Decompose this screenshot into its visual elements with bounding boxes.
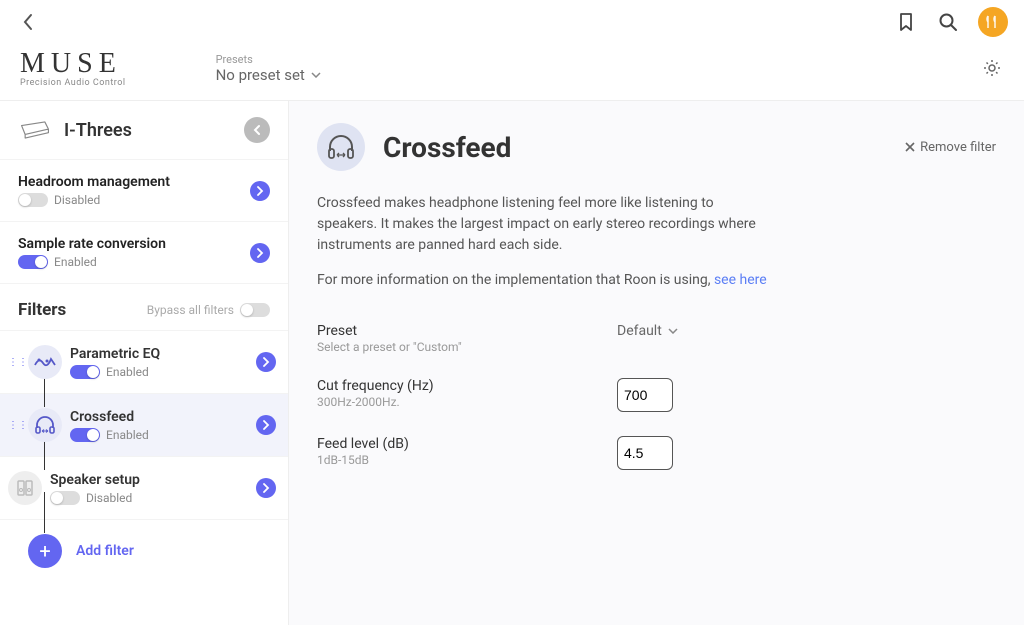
plus-icon: + <box>28 534 62 568</box>
logo: MUSE Precision Audio Control <box>20 48 126 88</box>
device-name: I-Threes <box>64 120 232 141</box>
chevron-right-icon <box>256 478 276 498</box>
filters-header: Filters Bypass all filters <box>0 283 288 330</box>
presets-dropdown[interactable]: Presets No preset set <box>216 53 321 84</box>
drag-handle-icon[interactable]: ⋮⋮ <box>8 420 20 431</box>
param-preset: Preset Select a preset or "Custom" Defau… <box>317 305 977 360</box>
feed-label: Feed level (dB) <box>317 436 617 452</box>
filter-name: Crossfeed <box>70 409 248 425</box>
device-header: I-Threes <box>0 101 288 159</box>
add-filter-label: Add filter <box>76 543 134 559</box>
filter-name: Parametric EQ <box>70 346 248 362</box>
bypass-label: Bypass all filters <box>147 303 234 317</box>
setting-title: Sample rate conversion <box>18 236 250 252</box>
preset-label: Preset <box>317 323 617 339</box>
headroom-status: Disabled <box>54 193 100 207</box>
remove-filter-label: Remove filter <box>920 140 996 155</box>
headroom-toggle[interactable] <box>18 193 48 207</box>
filter-name: Speaker setup <box>50 472 248 488</box>
filter-status: Enabled <box>106 428 149 442</box>
close-icon <box>904 141 916 153</box>
settings-gear-icon[interactable] <box>980 56 1004 80</box>
device-icon <box>18 120 52 140</box>
search-icon[interactable] <box>936 10 960 34</box>
setting-title: Headroom management <box>18 174 250 190</box>
cut-label: Cut frequency (Hz) <box>317 378 617 394</box>
cut-frequency-input[interactable] <box>617 378 673 412</box>
bookmark-icon[interactable] <box>894 10 918 34</box>
more-info-text: For more information on the implementati… <box>317 270 777 291</box>
presets-label: Presets <box>216 53 321 66</box>
cut-sub: 300Hz-2000Hz. <box>317 395 617 409</box>
setting-sample-rate[interactable]: Sample rate conversion Enabled <box>0 221 288 283</box>
see-here-link[interactable]: see here <box>714 272 767 288</box>
preset-value: Default <box>617 323 662 339</box>
bypass-toggle[interactable] <box>240 303 270 317</box>
drag-handle-icon[interactable]: ⋮⋮ <box>8 357 20 368</box>
presets-value: No preset set <box>216 66 305 84</box>
headphones-icon <box>317 123 365 171</box>
logo-subtitle: Precision Audio Control <box>20 78 126 88</box>
filter-status: Enabled <box>106 365 149 379</box>
remove-filter-button[interactable]: Remove filter <box>904 140 996 155</box>
sidebar: I-Threes Headroom management Disabled Sa… <box>0 101 289 625</box>
chevron-right-icon <box>250 243 270 263</box>
chevron-right-icon <box>256 352 276 372</box>
description-text: Crossfeed makes headphone listening feel… <box>317 193 777 256</box>
speakers-icon <box>8 471 42 505</box>
filter-toggle[interactable] <box>70 428 100 442</box>
preset-dropdown[interactable]: Default <box>617 323 678 339</box>
feed-level-input[interactable] <box>617 436 673 470</box>
back-button[interactable] <box>16 10 40 34</box>
filter-toggle[interactable] <box>70 365 100 379</box>
src-toggle[interactable] <box>18 255 48 269</box>
headphones-icon <box>28 408 62 442</box>
param-feed-level: Feed level (dB) 1dB-15dB <box>317 418 977 476</box>
profile-avatar[interactable] <box>978 7 1008 37</box>
param-cut-frequency: Cut frequency (Hz) 300Hz-2000Hz. <box>317 360 977 418</box>
page-title: Crossfeed <box>383 131 886 164</box>
logo-title: MUSE <box>20 48 126 80</box>
chevron-down-icon <box>311 72 321 78</box>
wave-icon <box>28 345 62 379</box>
filter-toggle[interactable] <box>50 491 80 505</box>
feed-sub: 1dB-15dB <box>317 453 617 467</box>
chevron-down-icon <box>668 328 678 334</box>
main-content: Crossfeed Remove filter Crossfeed makes … <box>289 101 1024 625</box>
setting-headroom[interactable]: Headroom management Disabled <box>0 159 288 221</box>
filters-heading: Filters <box>18 300 147 320</box>
chevron-right-icon <box>250 181 270 201</box>
chevron-right-icon <box>256 415 276 435</box>
collapse-button[interactable] <box>244 117 270 143</box>
filter-status: Disabled <box>86 491 132 505</box>
preset-sub: Select a preset or "Custom" <box>317 340 617 354</box>
src-status: Enabled <box>54 255 97 269</box>
